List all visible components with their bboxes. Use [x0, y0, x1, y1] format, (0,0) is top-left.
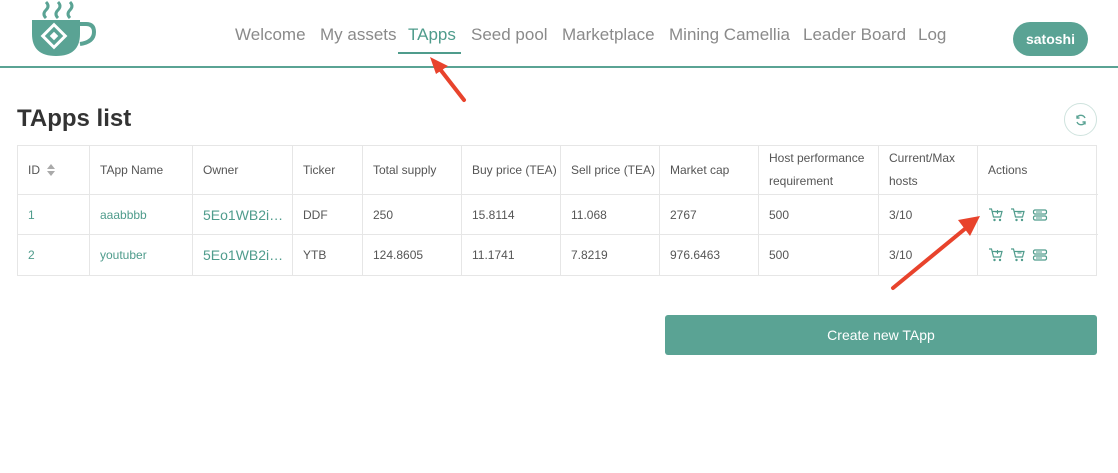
cell-owner[interactable]: 5Eo1WB2i…	[192, 195, 292, 234]
cell-tapp-name[interactable]: youtuber	[89, 235, 192, 275]
table-row: 2 youtuber 5Eo1WB2i… YTB 124.8605 11.174…	[18, 235, 1098, 275]
cell-id: 2	[28, 248, 35, 262]
table-row: 1 aaabbbb 5Eo1WB2i… DDF 250 15.8114 11.0…	[18, 195, 1098, 235]
sell-cart-icon[interactable]	[1010, 207, 1026, 223]
top-header: Welcome My assets TApps Seed pool Market…	[0, 0, 1118, 68]
nav-marketplace[interactable]: Marketplace	[562, 24, 655, 46]
cell-ticker: YTB	[292, 235, 362, 275]
nav-log[interactable]: Log	[918, 24, 946, 46]
teacup-logo-icon[interactable]	[26, 0, 98, 62]
cell-hosts: 3/10	[878, 235, 977, 275]
table-header-row: ID TApp Name Owner Ticker Total supply B…	[18, 146, 1098, 195]
tapps-table: ID TApp Name Owner Ticker Total supply B…	[17, 145, 1098, 276]
cell-hosts: 3/10	[878, 195, 977, 234]
sell-cart-icon[interactable]	[1010, 247, 1026, 263]
cell-total-supply: 124.8605	[362, 235, 461, 275]
column-header-tapp-name: TApp Name	[89, 146, 192, 194]
nav-welcome[interactable]: Welcome	[235, 24, 306, 46]
cell-host-requirement: 500	[758, 235, 878, 275]
column-header-actions: Actions	[977, 146, 1098, 194]
cell-buy-price: 15.8114	[461, 195, 560, 234]
cell-sell-price: 11.068	[560, 195, 659, 234]
cell-actions	[977, 195, 1098, 234]
column-header-owner: Owner	[192, 146, 292, 194]
column-header-market-cap: Market cap	[659, 146, 758, 194]
column-header-sell-price: Sell price (TEA)	[560, 146, 659, 194]
cell-market-cap: 976.6463	[659, 235, 758, 275]
cell-sell-price: 7.8219	[560, 235, 659, 275]
refresh-icon	[1075, 114, 1086, 125]
buy-cart-icon[interactable]	[988, 207, 1004, 223]
column-header-id[interactable]: ID	[18, 146, 89, 194]
cell-buy-price: 11.1741	[461, 235, 560, 275]
cell-owner[interactable]: 5Eo1WB2i…	[192, 235, 292, 275]
nav-my-assets[interactable]: My assets	[320, 24, 397, 46]
user-menu-button[interactable]: satoshi	[1013, 22, 1088, 56]
refresh-button[interactable]	[1064, 103, 1097, 136]
nav-tapps[interactable]: TApps	[408, 24, 456, 46]
cell-market-cap: 2767	[659, 195, 758, 234]
column-header-ticker: Ticker	[292, 146, 362, 194]
host-icon[interactable]	[1032, 247, 1048, 263]
active-tab-underline	[398, 52, 461, 54]
nav-seed-pool[interactable]: Seed pool	[471, 24, 548, 46]
cell-tapp-name[interactable]: aaabbbb	[89, 195, 192, 234]
page-title: TApps list	[17, 105, 132, 132]
host-icon[interactable]	[1032, 207, 1048, 223]
cell-total-supply: 250	[362, 195, 461, 234]
cell-ticker: DDF	[292, 195, 362, 234]
nav-mining-camellia[interactable]: Mining Camellia	[669, 24, 790, 46]
nav-leader-board[interactable]: Leader Board	[803, 24, 906, 46]
buy-cart-icon[interactable]	[988, 247, 1004, 263]
sort-icon[interactable]	[46, 163, 56, 177]
column-header-total-supply: Total supply	[362, 146, 461, 194]
cell-actions	[977, 235, 1098, 275]
create-tapp-button[interactable]: Create new TApp	[665, 315, 1097, 355]
column-header-hosts: Current/Max hosts	[878, 146, 977, 194]
column-header-buy-price: Buy price (TEA)	[461, 146, 560, 194]
column-header-host-requirement: Host performance requirement	[758, 146, 878, 194]
cell-host-requirement: 500	[758, 195, 878, 234]
column-label: ID	[28, 162, 40, 177]
cell-id: 1	[28, 207, 35, 222]
